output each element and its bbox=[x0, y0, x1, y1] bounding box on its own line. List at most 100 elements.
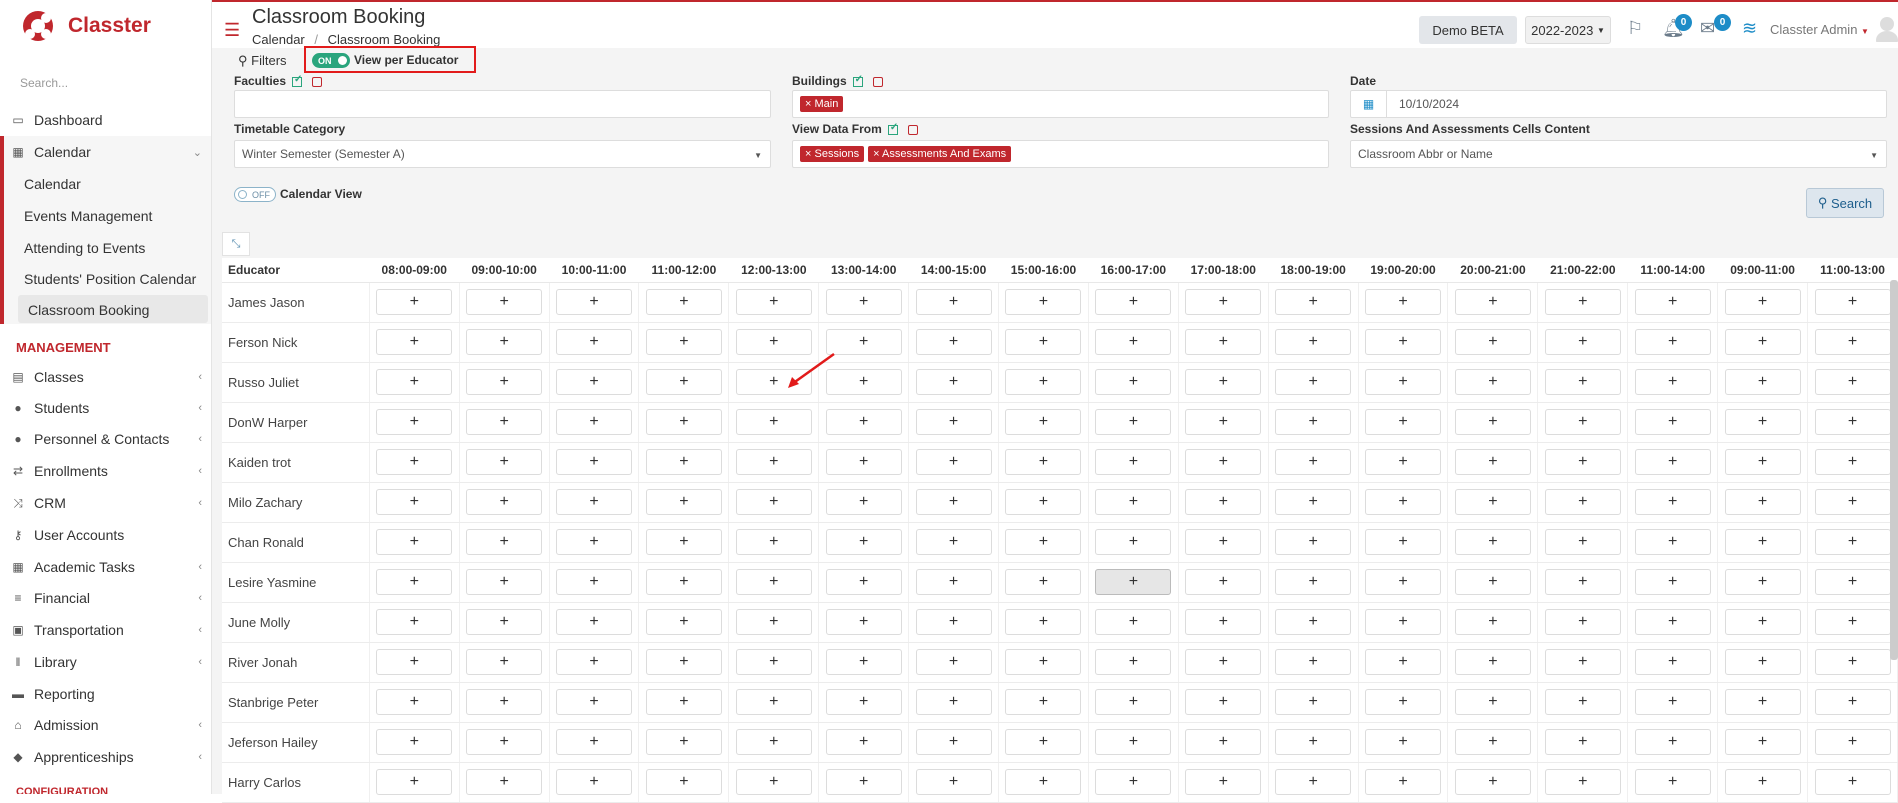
add-booking-button[interactable]: + bbox=[1454, 329, 1531, 355]
add-booking-button[interactable]: + bbox=[1185, 569, 1262, 595]
calendar-icon[interactable]: ▦ bbox=[1351, 91, 1387, 117]
add-booking-button[interactable]: + bbox=[645, 489, 722, 515]
add-booking-button[interactable]: + bbox=[1634, 529, 1711, 555]
avatar[interactable] bbox=[1876, 16, 1898, 42]
add-booking-button[interactable]: + bbox=[1095, 529, 1172, 555]
add-booking-button[interactable]: + bbox=[1005, 449, 1082, 475]
add-booking-button[interactable]: + bbox=[376, 529, 453, 555]
add-booking-button[interactable]: + bbox=[1365, 729, 1442, 755]
add-booking-button[interactable]: + bbox=[735, 409, 812, 435]
add-booking-button[interactable]: + bbox=[556, 609, 633, 635]
add-booking-button[interactable]: + bbox=[556, 649, 633, 675]
add-booking-button[interactable]: + bbox=[915, 329, 992, 355]
add-booking-button[interactable]: + bbox=[1544, 329, 1621, 355]
add-booking-button[interactable]: + bbox=[1185, 649, 1262, 675]
add-booking-button[interactable]: + bbox=[1814, 769, 1891, 795]
logo[interactable]: Classter bbox=[20, 8, 151, 44]
breadcrumb-calendar[interactable]: Calendar bbox=[252, 32, 305, 47]
add-booking-button[interactable]: + bbox=[1634, 729, 1711, 755]
add-booking-button[interactable]: + bbox=[1724, 569, 1801, 595]
add-booking-button[interactable]: + bbox=[556, 529, 633, 555]
add-booking-button[interactable]: + bbox=[1454, 529, 1531, 555]
add-booking-button[interactable]: + bbox=[825, 769, 902, 795]
add-booking-button[interactable]: + bbox=[1185, 689, 1262, 715]
add-booking-button[interactable]: + bbox=[1724, 529, 1801, 555]
add-booking-button[interactable]: + bbox=[1185, 449, 1262, 475]
sessions-content-select[interactable]: Classroom Abbr or Name ▼ bbox=[1350, 140, 1887, 168]
add-booking-button[interactable]: + bbox=[825, 609, 902, 635]
add-booking-button[interactable]: + bbox=[556, 769, 633, 795]
add-booking-button[interactable]: + bbox=[735, 649, 812, 675]
add-booking-button[interactable]: + bbox=[466, 769, 543, 795]
add-booking-button[interactable]: + bbox=[1365, 369, 1442, 395]
vertical-scrollbar[interactable] bbox=[1890, 280, 1898, 660]
add-booking-button[interactable]: + bbox=[915, 289, 992, 315]
add-booking-button[interactable]: + bbox=[1095, 689, 1172, 715]
add-booking-button[interactable]: + bbox=[825, 729, 902, 755]
sidebar-item-enrollments[interactable]: ⇄ Enrollments ‹ bbox=[0, 456, 211, 486]
add-booking-button[interactable]: + bbox=[466, 409, 543, 435]
add-booking-button[interactable]: + bbox=[1185, 489, 1262, 515]
add-booking-button[interactable]: + bbox=[1365, 769, 1442, 795]
add-booking-button[interactable]: + bbox=[1814, 369, 1891, 395]
add-booking-button[interactable]: + bbox=[915, 769, 992, 795]
add-booking-button[interactable]: + bbox=[1544, 449, 1621, 475]
add-booking-button[interactable]: + bbox=[1005, 729, 1082, 755]
add-booking-button[interactable]: + bbox=[1185, 769, 1262, 795]
add-booking-button[interactable]: + bbox=[556, 729, 633, 755]
add-booking-button[interactable]: + bbox=[825, 409, 902, 435]
hamburger-icon[interactable]: ☰ bbox=[224, 20, 240, 41]
add-booking-button[interactable]: + bbox=[1365, 289, 1442, 315]
add-booking-button[interactable]: + bbox=[1005, 529, 1082, 555]
sidebar-item-academic-tasks[interactable]: ▦ Academic Tasks ‹ bbox=[0, 552, 211, 582]
add-booking-button[interactable]: + bbox=[1365, 649, 1442, 675]
add-booking-button[interactable]: + bbox=[1544, 289, 1621, 315]
sidebar-item-transportation[interactable]: ▣ Transportation ‹ bbox=[0, 615, 211, 645]
sessions-tag[interactable]: × Sessions bbox=[800, 146, 865, 162]
add-booking-button[interactable]: + bbox=[1185, 529, 1262, 555]
add-booking-button[interactable]: + bbox=[466, 729, 543, 755]
add-booking-button[interactable]: + bbox=[1095, 769, 1172, 795]
add-booking-button[interactable]: + bbox=[376, 609, 453, 635]
sidebar-sub-classroom-booking[interactable]: Classroom Booking bbox=[28, 302, 149, 318]
add-booking-button[interactable]: + bbox=[556, 569, 633, 595]
add-booking-button[interactable]: + bbox=[1814, 449, 1891, 475]
add-booking-button[interactable]: + bbox=[915, 689, 992, 715]
add-booking-button[interactable]: + bbox=[1724, 289, 1801, 315]
add-booking-button[interactable]: + bbox=[1365, 689, 1442, 715]
add-booking-button[interactable]: + bbox=[1365, 529, 1442, 555]
buildings-input[interactable]: × Main bbox=[792, 90, 1329, 118]
building-tag[interactable]: × Main bbox=[800, 96, 844, 112]
add-booking-button[interactable]: + bbox=[735, 289, 812, 315]
add-booking-button[interactable]: + bbox=[1095, 449, 1172, 475]
add-booking-button[interactable]: + bbox=[1724, 409, 1801, 435]
add-booking-button[interactable]: + bbox=[376, 409, 453, 435]
add-booking-button[interactable]: + bbox=[1814, 409, 1891, 435]
add-booking-button[interactable]: + bbox=[466, 449, 543, 475]
add-booking-button[interactable]: + bbox=[825, 569, 902, 595]
add-booking-button[interactable]: + bbox=[645, 569, 722, 595]
sidebar-item-personnel[interactable]: ● Personnel & Contacts ‹ bbox=[0, 424, 211, 454]
add-booking-button[interactable]: + bbox=[1544, 649, 1621, 675]
add-booking-button[interactable]: + bbox=[1365, 489, 1442, 515]
add-booking-button[interactable]: + bbox=[1634, 329, 1711, 355]
add-booking-button[interactable]: + bbox=[825, 489, 902, 515]
add-booking-button[interactable]: + bbox=[466, 649, 543, 675]
envelope-icon[interactable]: ✉ bbox=[1700, 18, 1715, 39]
add-booking-button[interactable]: + bbox=[1185, 729, 1262, 755]
clear-all-checkbox[interactable] bbox=[872, 76, 883, 87]
add-booking-button[interactable]: + bbox=[1275, 529, 1352, 555]
add-booking-button[interactable]: + bbox=[376, 329, 453, 355]
add-booking-button[interactable]: + bbox=[1275, 369, 1352, 395]
add-booking-button[interactable]: + bbox=[1275, 609, 1352, 635]
add-booking-button[interactable]: + bbox=[1454, 649, 1531, 675]
collapse-icon[interactable]: ⤡ bbox=[222, 232, 250, 256]
add-booking-button[interactable]: + bbox=[1634, 289, 1711, 315]
add-booking-button[interactable]: + bbox=[1005, 329, 1082, 355]
select-all-checkbox[interactable] bbox=[852, 74, 863, 87]
add-booking-button[interactable]: + bbox=[1095, 329, 1172, 355]
sidebar-search-input[interactable]: Search... bbox=[20, 76, 68, 90]
add-booking-button[interactable]: + bbox=[1275, 729, 1352, 755]
add-booking-button[interactable]: + bbox=[1814, 729, 1891, 755]
add-booking-button[interactable]: + bbox=[735, 769, 812, 795]
